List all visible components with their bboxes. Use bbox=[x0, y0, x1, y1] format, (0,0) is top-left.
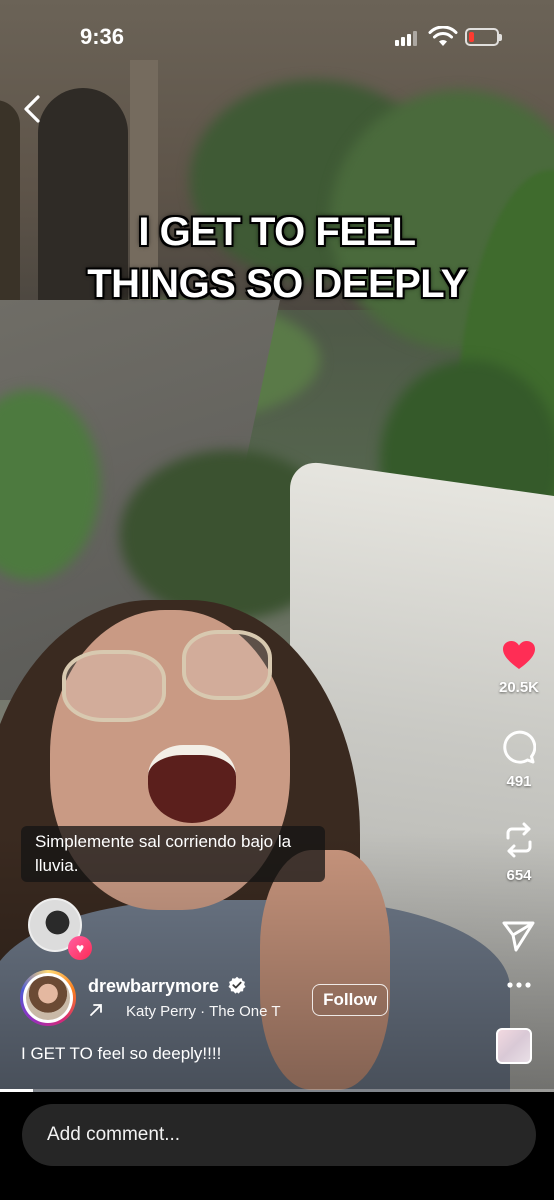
follow-button[interactable]: Follow bbox=[312, 984, 388, 1016]
heart-badge-icon: ♥ bbox=[68, 936, 92, 960]
video-mouth bbox=[148, 745, 236, 823]
battery-icon bbox=[465, 28, 502, 46]
comment-button[interactable]: 491 bbox=[484, 730, 554, 790]
author-username[interactable]: drewbarrymore bbox=[88, 976, 219, 997]
like-button[interactable]: 20.5K bbox=[484, 640, 554, 696]
audio-thumbnail[interactable] bbox=[496, 1028, 532, 1064]
post-caption[interactable]: I GET TO feel so deeply!!!! bbox=[21, 1044, 221, 1064]
video-subtitle: Simplemente sal corriendo bajo la lluvia… bbox=[21, 826, 325, 882]
comment-count: 491 bbox=[506, 773, 532, 790]
more-button[interactable] bbox=[484, 978, 554, 997]
like-count: 20.5K bbox=[498, 679, 540, 696]
heart-icon[interactable] bbox=[502, 640, 536, 670]
audio-track: Katy Perry · The One T bbox=[126, 1003, 281, 1020]
comment-icon[interactable] bbox=[502, 730, 537, 764]
status-time: 9:36 bbox=[80, 24, 125, 49]
reel-screen: 9:36 I GET TO FEEL THINGS SO DEEPLY 20.5… bbox=[0, 0, 554, 1200]
share-button[interactable] bbox=[484, 920, 554, 957]
send-icon[interactable] bbox=[502, 920, 536, 952]
reel-video[interactable] bbox=[0, 0, 554, 1092]
verified-badge-icon bbox=[228, 976, 246, 994]
video-overlay-text: I GET TO FEEL THINGS SO DEEPLY bbox=[0, 206, 554, 310]
more-icon[interactable] bbox=[502, 978, 536, 992]
video-glasses bbox=[62, 650, 166, 722]
status-bar: 9:36 bbox=[0, 0, 554, 70]
arrow-up-right-icon bbox=[88, 1002, 108, 1020]
overlay-line-1: I GET TO FEEL bbox=[138, 210, 416, 254]
overlay-line-2: THINGS SO DEEPLY bbox=[87, 262, 467, 306]
repost-button[interactable]: 654 bbox=[484, 822, 554, 884]
wifi-icon bbox=[428, 26, 458, 46]
chevron-left-icon[interactable] bbox=[18, 92, 48, 126]
repost-count: 654 bbox=[506, 867, 532, 884]
video-glasses bbox=[182, 630, 272, 700]
repost-icon[interactable] bbox=[502, 822, 536, 858]
audio-info[interactable]: Katy Perry · The One T bbox=[88, 1002, 281, 1020]
comment-input[interactable]: Add comment... bbox=[22, 1104, 536, 1166]
author-avatar[interactable] bbox=[20, 970, 76, 1026]
cellular-signal-icon bbox=[395, 30, 419, 46]
